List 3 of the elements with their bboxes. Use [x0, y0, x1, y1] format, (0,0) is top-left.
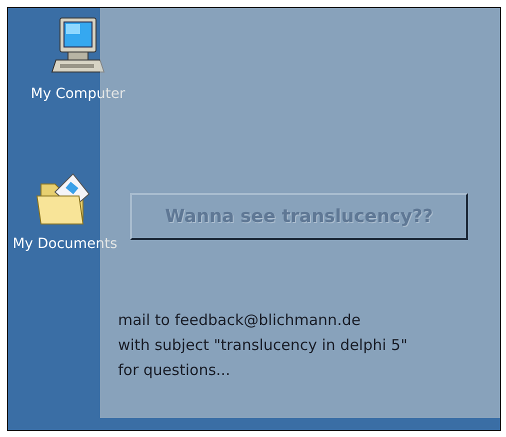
- icon-label[interactable]: My Documents: [12, 236, 118, 252]
- contact-message: mail to feedback@blichmann.de with subject "translucency in delphi 5" for questions...: [118, 310, 408, 381]
- icon-label[interactable]: My Computer: [30, 86, 126, 102]
